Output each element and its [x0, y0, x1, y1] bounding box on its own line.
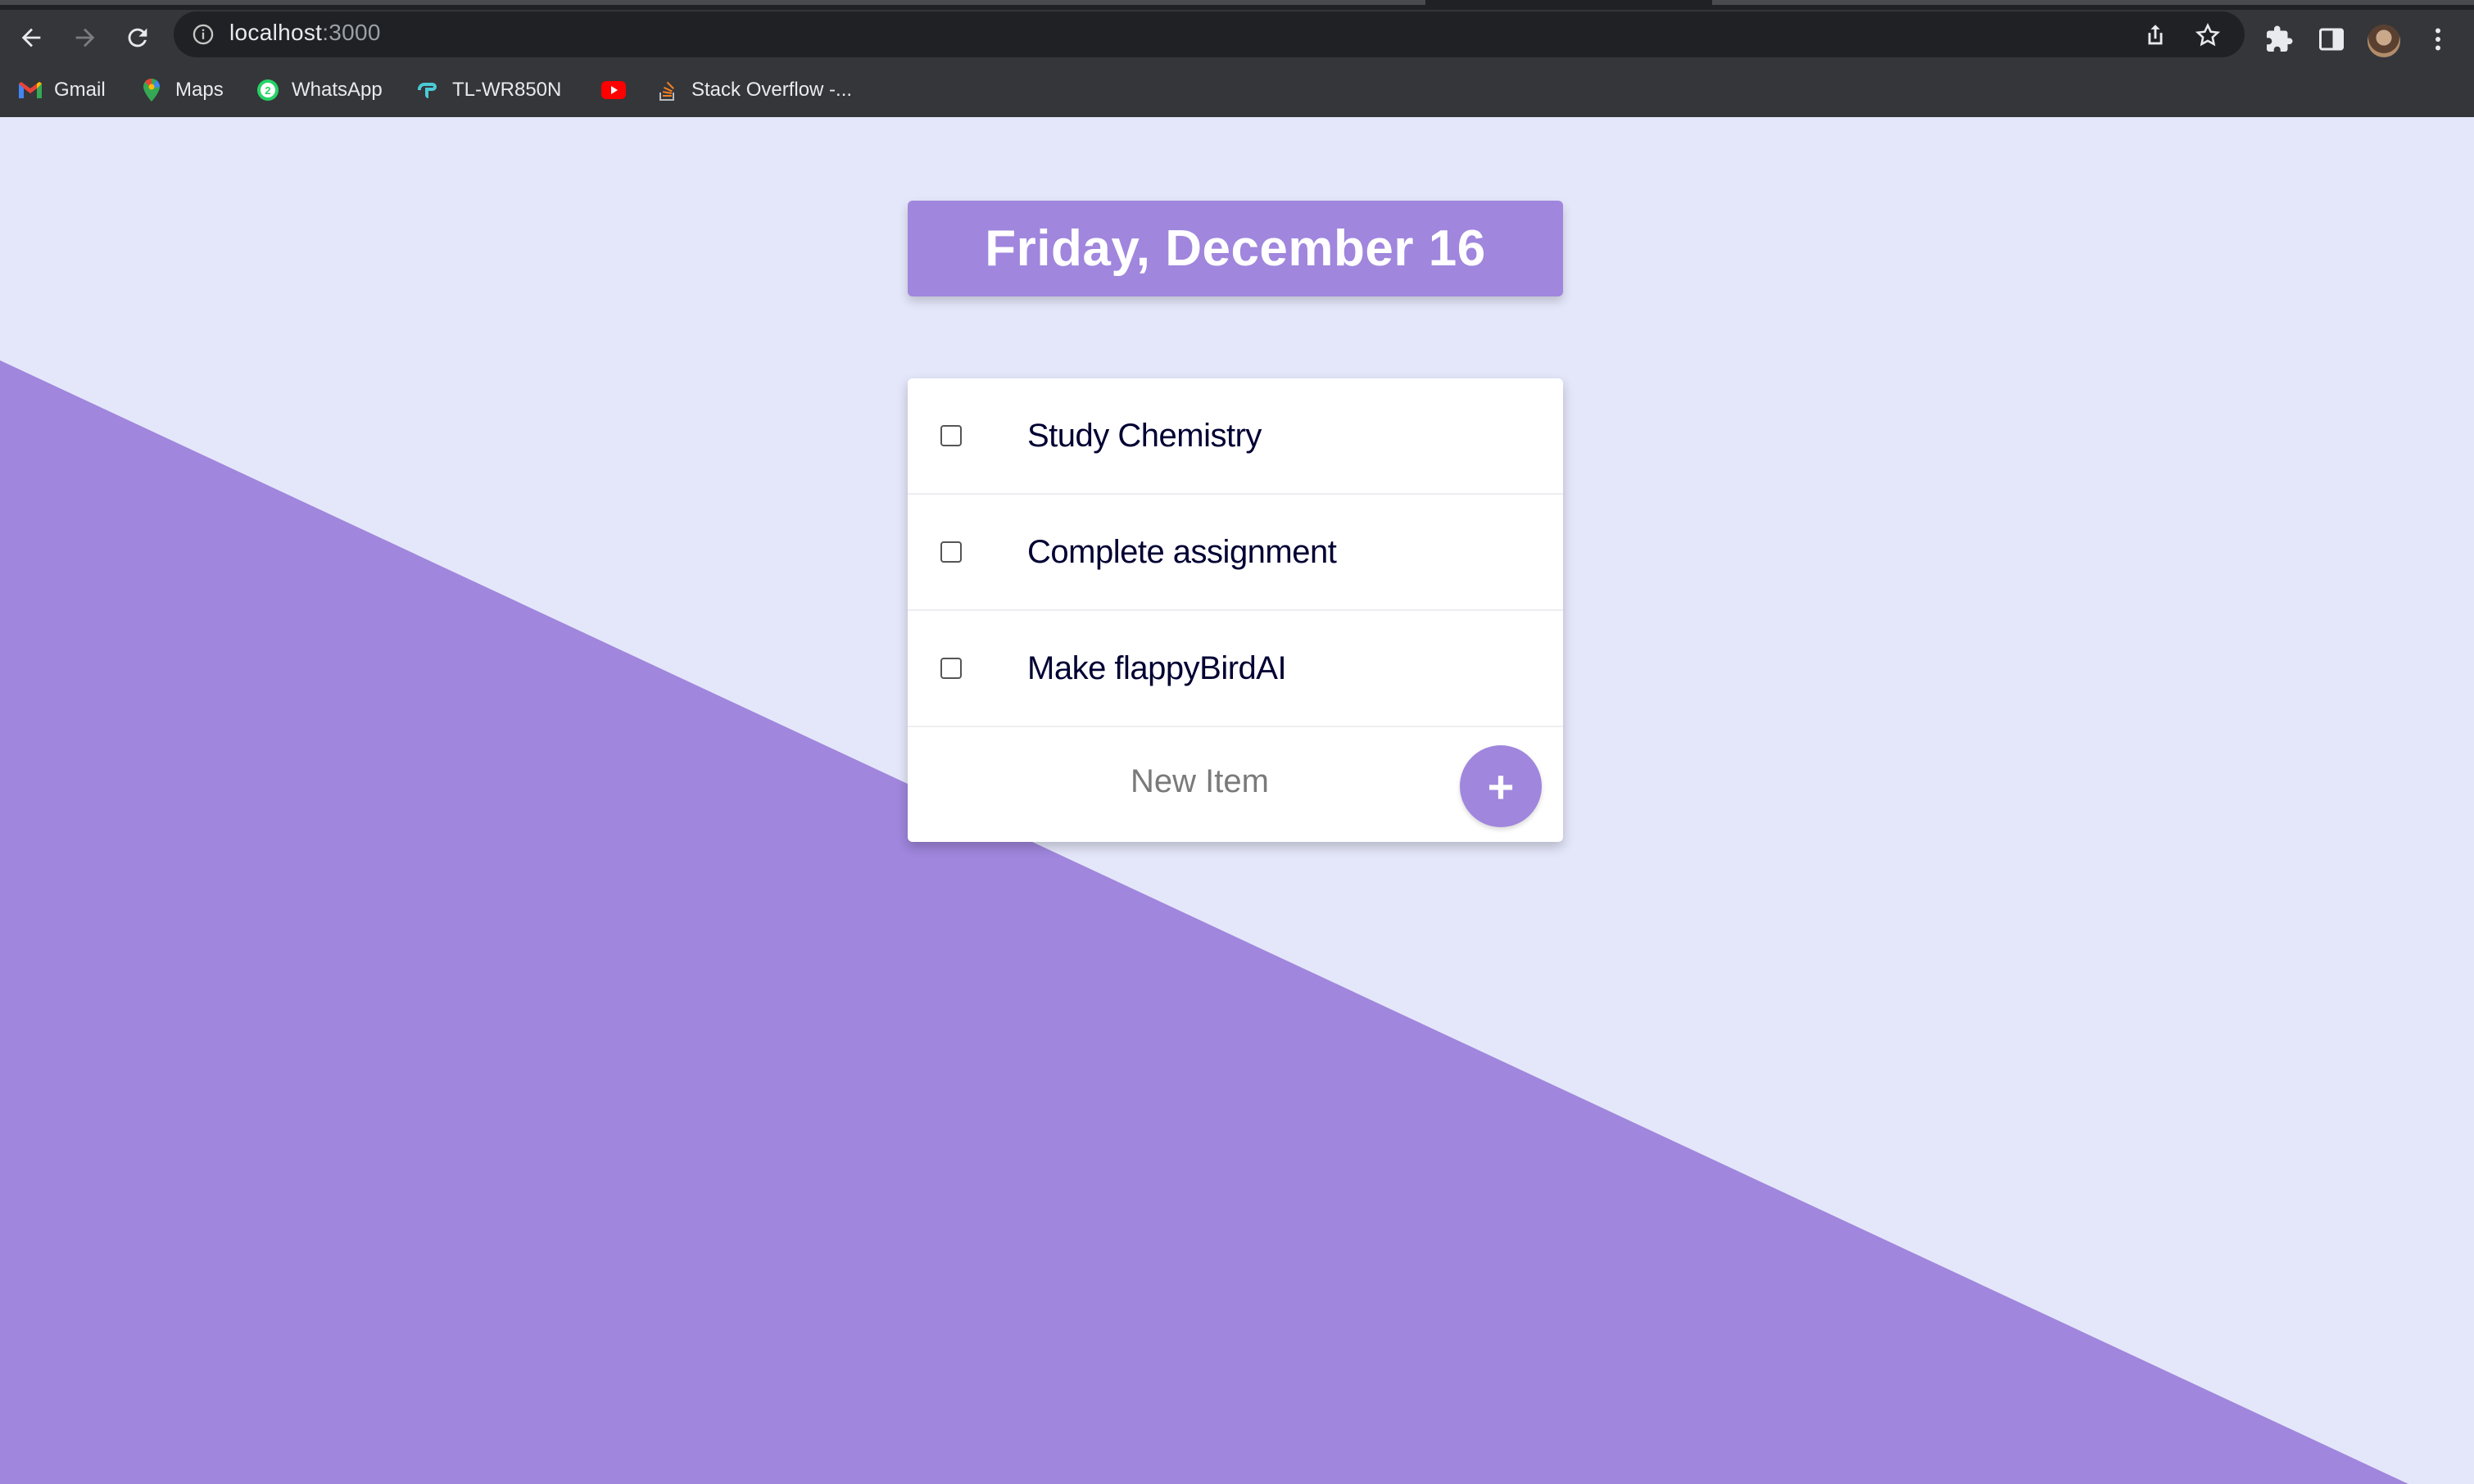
bookmark-label: Maps: [175, 79, 224, 101]
bookmark-stackoverflow[interactable]: Stack Overflow -...: [655, 75, 852, 105]
back-arrow-icon[interactable]: [8, 15, 54, 61]
side-panel-icon[interactable]: [2317, 25, 2346, 54]
plus-icon: +: [1487, 760, 1515, 812]
bookmark-gmail[interactable]: Gmail: [18, 75, 106, 105]
url-host: localhost: [229, 20, 323, 45]
bookmark-tplink[interactable]: TL-WR850N: [416, 75, 561, 105]
new-item-input[interactable]: New Item: [1131, 763, 1269, 800]
item-checkbox[interactable]: [940, 425, 962, 446]
list-item: Make flappyBirdAI: [908, 611, 1563, 727]
forward-arrow-icon[interactable]: [62, 15, 108, 61]
add-item-button[interactable]: +: [1460, 745, 1542, 827]
share-icon[interactable]: [2141, 21, 2169, 49]
profile-avatar[interactable]: [2368, 25, 2400, 57]
bookmarks-bar: Gmail Maps 2 WhatsApp TL-WR850N Stack Ov…: [0, 69, 2474, 111]
kebab-menu-icon[interactable]: [2423, 25, 2453, 54]
tab-indicator: [1712, 0, 2474, 5]
whatsapp-icon: 2: [256, 78, 280, 102]
bookmark-label: Stack Overflow -...: [691, 79, 853, 101]
puzzle-icon[interactable]: [2264, 25, 2294, 54]
star-icon[interactable]: [2194, 21, 2222, 49]
info-icon[interactable]: [192, 23, 215, 46]
item-text: Make flappyBirdAI: [1027, 649, 1287, 686]
tplink-icon: [416, 78, 441, 102]
item-text: Complete assignment: [1027, 533, 1337, 570]
list-item: Study Chemistry: [908, 378, 1563, 495]
heading-box: Friday, December 16: [908, 201, 1563, 296]
bookmark-label: TL-WR850N: [452, 79, 562, 101]
bookmark-whatsapp[interactable]: 2 WhatsApp: [256, 75, 383, 105]
bookmark-youtube[interactable]: [601, 75, 637, 105]
svg-text:2: 2: [265, 84, 270, 97]
list-item: Complete assignment: [908, 495, 1563, 611]
browser-toolbar: localhost:3000: [0, 10, 2474, 59]
bookmark-label: WhatsApp: [292, 79, 383, 101]
item-text: Study Chemistry: [1027, 417, 1262, 454]
page-viewport: Friday, December 16 Study Chemistry Comp…: [0, 117, 2474, 1484]
url-port: :3000: [322, 20, 381, 45]
tab-strip: [0, 0, 2474, 10]
new-item-form: New Item +: [908, 727, 1563, 842]
address-bar[interactable]: localhost:3000: [174, 11, 2245, 57]
gmail-icon: [18, 78, 43, 102]
todo-list-card: Study Chemistry Complete assignment Make…: [908, 378, 1563, 842]
tab-indicator: [0, 0, 1425, 5]
maps-icon: [139, 78, 164, 102]
bookmark-label: Gmail: [54, 79, 106, 101]
browser-chrome: localhost:3000 Gmail Maps 2 WhatsApp TL-…: [0, 0, 2474, 117]
reload-icon[interactable]: [115, 15, 161, 61]
stackoverflow-icon: [655, 78, 680, 102]
page-title: Friday, December 16: [985, 220, 1486, 277]
url-text[interactable]: localhost:3000: [229, 20, 381, 46]
item-checkbox[interactable]: [940, 658, 962, 679]
youtube-icon: [601, 78, 626, 102]
bookmark-maps[interactable]: Maps: [139, 75, 224, 105]
item-checkbox[interactable]: [940, 541, 962, 563]
